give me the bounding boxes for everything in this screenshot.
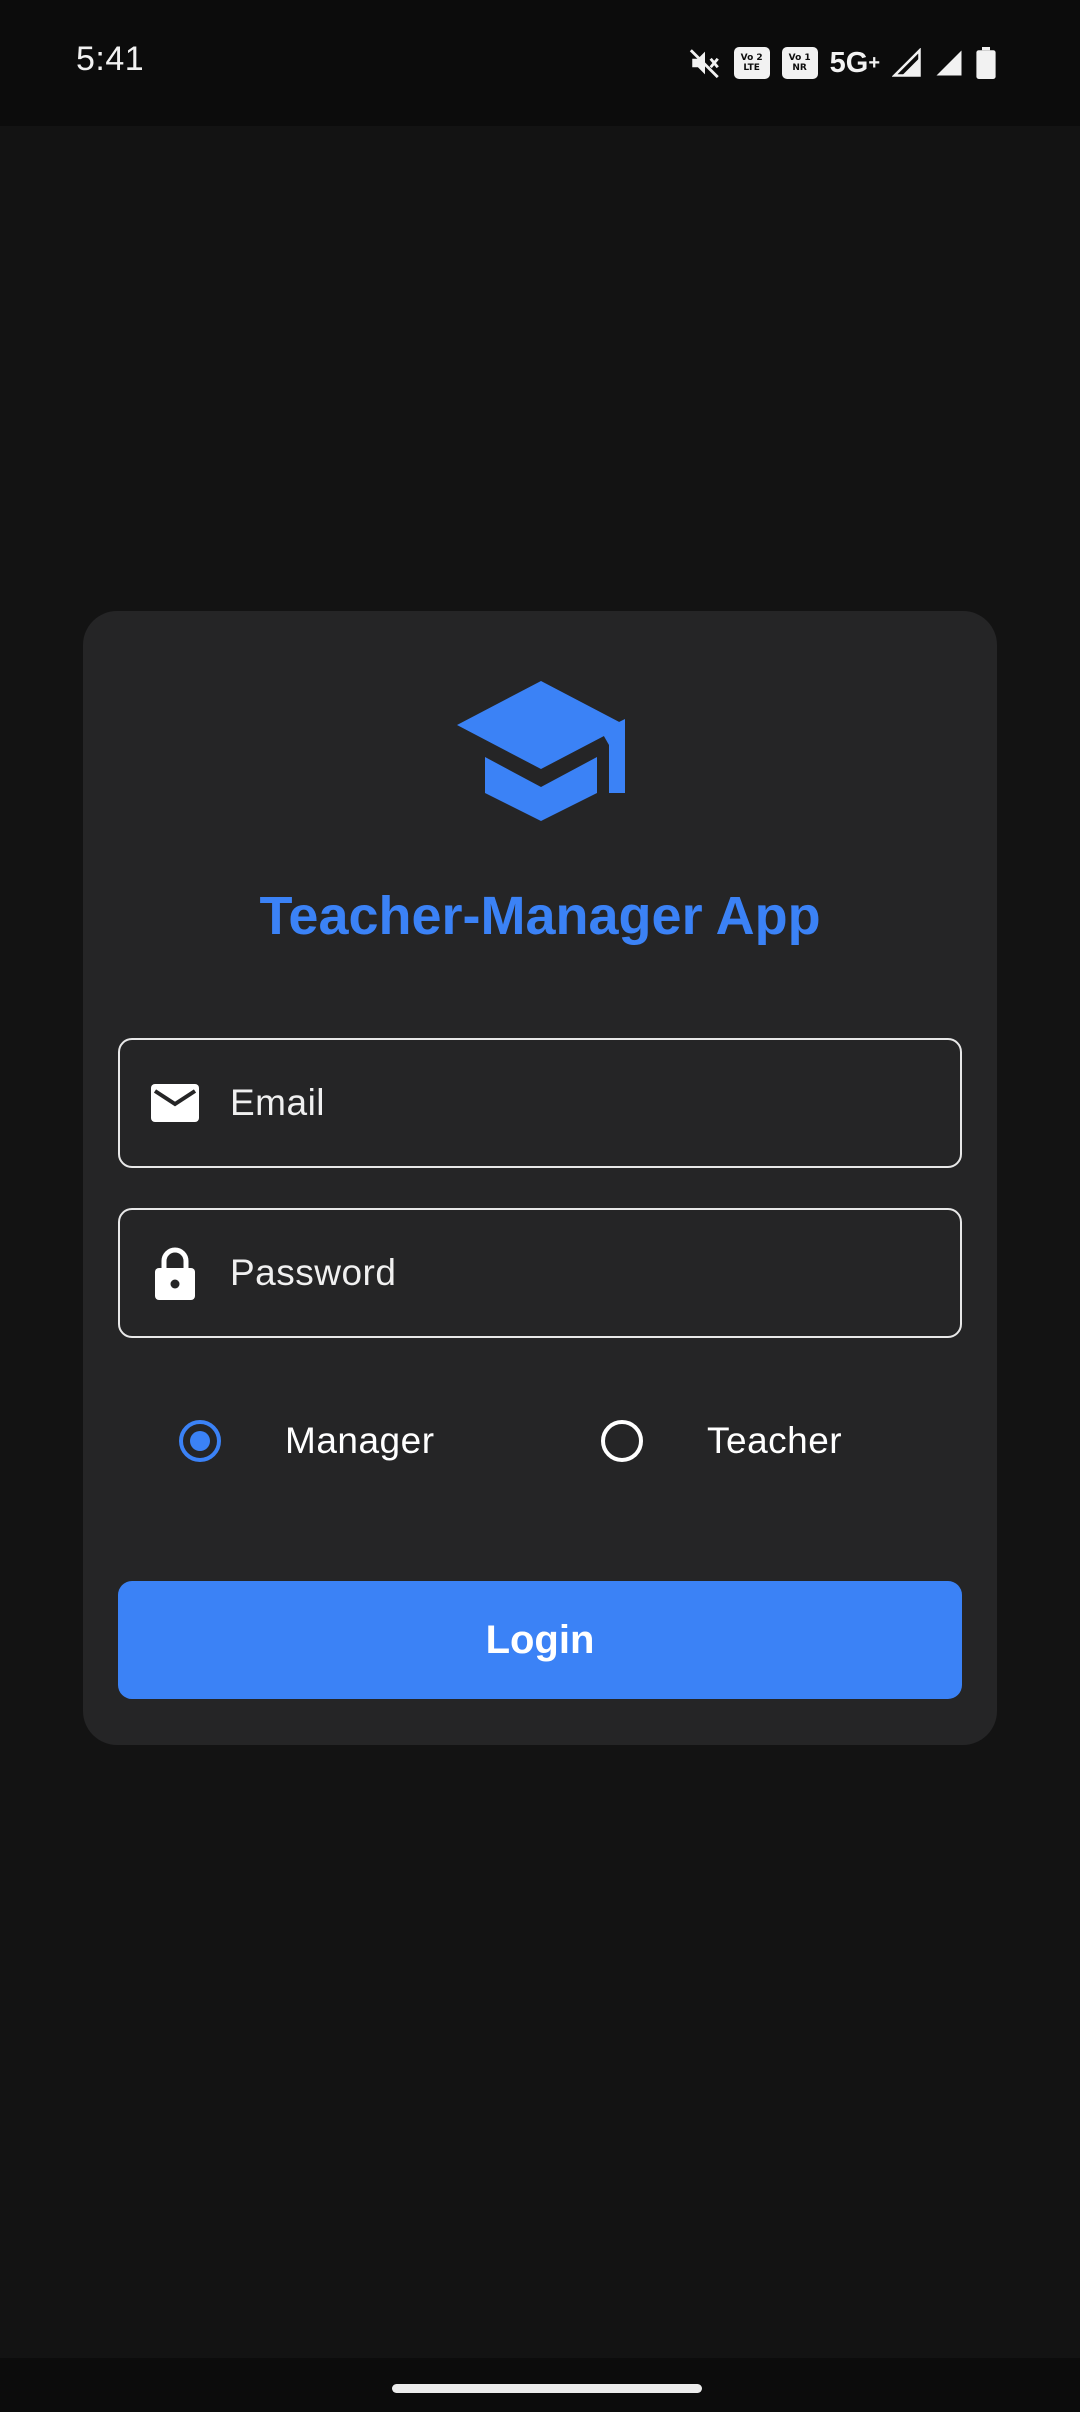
network-label: 5G (829, 46, 869, 79)
lock-icon (150, 1210, 200, 1336)
network-type-label: 5G + (830, 47, 880, 80)
status-bar: 5:41 Vo 2 LTE Vo 1 NR 5G + (0, 0, 1080, 126)
mute-icon (688, 46, 722, 80)
vonr-icon: Vo 1 NR (781, 47, 818, 79)
network-plus-label: + (868, 51, 880, 74)
radio-button-selected[interactable] (179, 1420, 221, 1462)
signal-icon (892, 48, 922, 78)
sim1-bottom-label: LTE (743, 63, 760, 73)
email-field[interactable] (118, 1038, 962, 1168)
status-time: 5:41 (76, 40, 145, 78)
role-radio-group: Manager Teacher (83, 1401, 997, 1481)
signal-icon (934, 48, 964, 78)
password-input[interactable] (230, 1210, 930, 1336)
radio-manager[interactable]: Manager (179, 1401, 435, 1481)
radio-manager-label: Manager (285, 1420, 435, 1461)
battery-icon (976, 47, 996, 79)
radio-button-unselected[interactable] (601, 1420, 643, 1462)
app-title: Teacher-Manager App (259, 886, 821, 946)
home-indicator[interactable] (392, 2384, 702, 2393)
radio-teacher-label: Teacher (707, 1420, 843, 1461)
sim2-top-label: Vo 1 (788, 53, 811, 63)
login-card: Teacher-Manager App Manager Teacher (83, 611, 997, 1745)
sim1-top-label: Vo 2 (740, 53, 763, 63)
status-icons: Vo 2 LTE Vo 1 NR 5G + (688, 44, 996, 82)
volte-lte-icon: Vo 2 LTE (733, 47, 770, 79)
password-field[interactable] (118, 1208, 962, 1338)
navigation-bar (0, 2358, 1080, 2412)
envelope-icon (150, 1040, 200, 1166)
radio-teacher[interactable]: Teacher (601, 1401, 842, 1481)
graduation-cap-icon (453, 679, 629, 823)
sim2-bottom-label: NR (792, 63, 807, 73)
login-button[interactable]: Login (118, 1581, 962, 1699)
email-input[interactable] (230, 1040, 930, 1166)
